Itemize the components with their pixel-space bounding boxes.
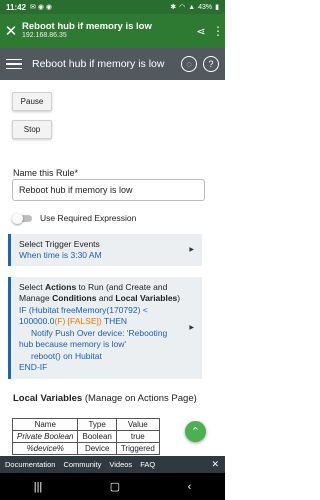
column-header: Name xyxy=(11,418,79,431)
triangle-right-icon: ▶ xyxy=(189,324,194,331)
notification-icons: ✉ ◉ ◉ xyxy=(30,4,53,11)
menu-icon[interactable] xyxy=(6,58,22,70)
triangle-right-icon: ▶ xyxy=(189,246,194,253)
column-header: Value xyxy=(115,418,160,431)
toggle-knob xyxy=(12,212,23,224)
required-expression-toggle[interactable] xyxy=(12,212,32,224)
status-right: ✱ ◠ ▲ 43% ▮ xyxy=(170,3,219,12)
more-options-icon[interactable]: ⋮ xyxy=(211,24,225,38)
footer-bar: Documentation Community Videos FAQ ✕ xyxy=(0,456,225,473)
table-cell: Device xyxy=(77,442,117,455)
back-icon[interactable]: ‹ xyxy=(188,481,192,493)
table-cell: %device% xyxy=(11,442,79,455)
table-cell: Triggered xyxy=(115,442,160,455)
android-nav-bar: ||| ▢ ‹ xyxy=(0,473,225,500)
main-content: Pause Stop Name this Rule* Reboot hub if… xyxy=(0,80,225,456)
footer-link-faq[interactable]: FAQ xyxy=(140,460,155,469)
browser-page-title: Reboot hub if memory is low xyxy=(22,20,152,32)
rule-name-input[interactable]: Reboot hub if memory is low xyxy=(12,179,205,201)
signal-icon: ▲ xyxy=(188,3,196,11)
table-cell: true xyxy=(115,430,160,443)
actions-if-line: IF (Hubitat freeMemory(170792) < xyxy=(19,304,148,315)
bluetooth-icon: ✱ xyxy=(170,4,177,11)
page-title: Reboot hub if memory is low xyxy=(32,58,165,70)
share-icon[interactable]: ⋖ xyxy=(191,25,211,38)
table-header-row: Name Type Value xyxy=(11,418,160,431)
endif-line: END-IF xyxy=(19,362,48,373)
notify-action: Notify Push Over device: 'Rebooting xyxy=(31,327,168,338)
wifi-icon: ◠ xyxy=(179,4,186,11)
column-header: Type xyxy=(77,418,117,431)
actions-card[interactable]: Select Actions to Run (and Create and Ma… xyxy=(8,277,202,379)
footer-link-documentation[interactable]: Documentation xyxy=(5,460,55,469)
close-footer-icon[interactable]: ✕ xyxy=(211,459,219,470)
trigger-title: Select Trigger Events xyxy=(19,239,100,249)
home-icon[interactable]: ▢ xyxy=(110,480,120,493)
status-time: 11:42 xyxy=(6,2,27,12)
stop-button[interactable]: Stop xyxy=(12,120,52,139)
chat-icon[interactable]: ◌ xyxy=(181,56,197,72)
pause-button[interactable]: Pause xyxy=(12,92,52,111)
actions-if-line-2: 100000.0(F) [FALSE]) THEN xyxy=(19,316,128,327)
rule-name-label: Name this Rule* xyxy=(13,168,79,178)
battery-level: 43% xyxy=(198,3,213,11)
help-icon[interactable]: ? xyxy=(203,56,219,72)
false-flag: (F) [FALSE]) xyxy=(54,316,102,327)
app-header: Reboot hub if memory is low ◌ ? xyxy=(0,48,225,80)
actions-title: Select Actions to Run (and Create and Ma… xyxy=(19,282,181,304)
browser-titles: Reboot hub if memory is low 192.168.86.3… xyxy=(22,20,191,41)
scroll-top-button[interactable]: ⌃ xyxy=(185,421,206,442)
required-expression-label: Use Required Expression xyxy=(40,213,137,223)
table-row: %device% Device Triggered xyxy=(11,442,160,455)
close-tab-icon[interactable]: ✕ xyxy=(0,22,22,40)
trigger-summary: When time is 3:30 AM xyxy=(19,250,102,261)
footer-link-community[interactable]: Community xyxy=(63,460,101,469)
table-row: Private Boolean Boolean true xyxy=(11,430,160,443)
local-variables-table: Name Type Value Private Boolean Boolean … xyxy=(11,418,160,455)
status-bar: 11:42 ✉ ◉ ◉ ✱ ◠ ▲ 43% ▮ xyxy=(0,0,225,14)
battery-icon: ▮ xyxy=(215,4,219,11)
recent-apps-icon[interactable]: ||| xyxy=(34,481,43,493)
browser-bar: ✕ Reboot hub if memory is low 192.168.86… xyxy=(0,14,225,48)
footer-link-videos[interactable]: Videos xyxy=(109,460,132,469)
notify-action-2: hub because memory is low' xyxy=(19,339,126,350)
reboot-action: reboot() on Hubitat xyxy=(31,350,102,361)
trigger-events-card[interactable]: Select Trigger Events When time is 3:30 … xyxy=(8,234,202,266)
table-cell: Boolean xyxy=(77,430,117,443)
local-variables-title: Local Variables (Manage on Actions Page) xyxy=(13,393,197,404)
table-cell: Private Boolean xyxy=(11,430,79,443)
browser-url: 192.168.86.35 xyxy=(22,32,67,40)
